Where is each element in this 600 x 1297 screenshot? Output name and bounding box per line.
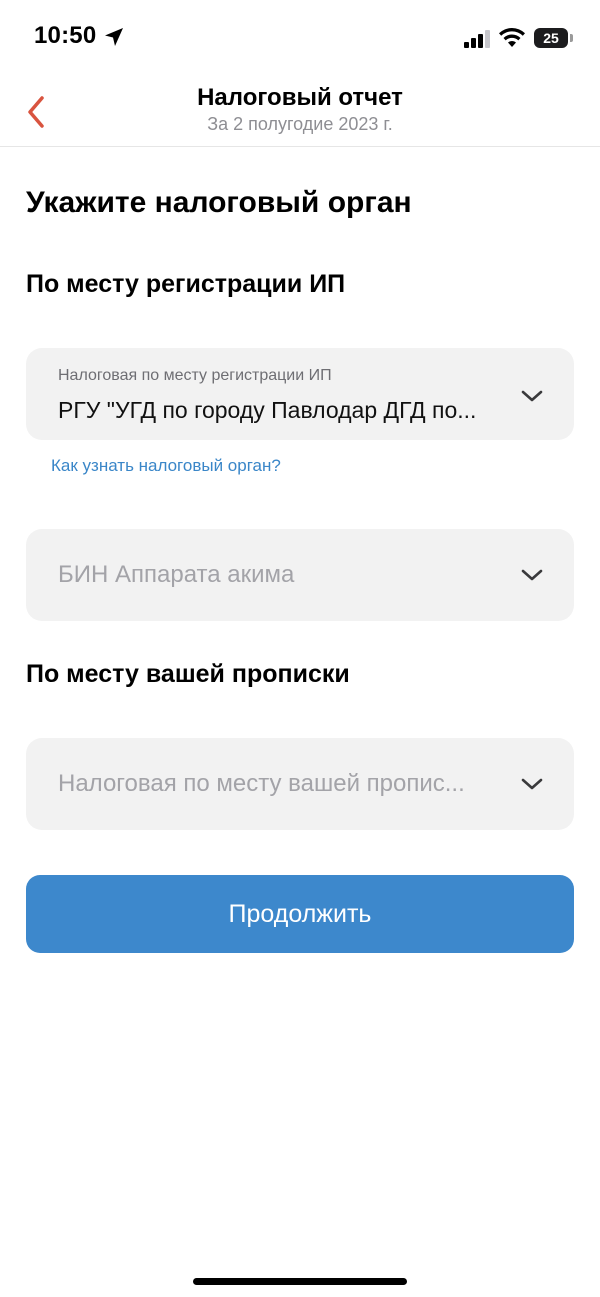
page-header-title: Налоговый отчет: [197, 84, 403, 111]
chevron-down-icon: [521, 569, 543, 581]
location-arrow-icon: [103, 26, 125, 48]
page-header-subtitle: За 2 полугодие 2023 г.: [207, 114, 393, 134]
registration-tax-office-select[interactable]: Налоговая по месту регистрации ИП РГУ "У…: [26, 348, 574, 440]
residence-tax-office-placeholder: Налоговая по месту вашей пропис...: [58, 770, 465, 797]
status-time: 10:50: [34, 22, 97, 49]
page-title: Укажите налоговый орган: [26, 186, 412, 219]
registration-tax-office-value: РГУ "УГД по городу Павлодар ДГД по...: [58, 397, 477, 423]
section-title-registration: По месту регистрации ИП: [26, 270, 346, 298]
section-title-residence: По месту вашей прописки: [26, 660, 350, 688]
cellular-signal-icon: [464, 30, 492, 48]
chevron-down-icon: [521, 778, 543, 790]
akimat-bin-placeholder: БИН Аппарата акима: [58, 561, 295, 588]
battery-indicator: 25: [534, 28, 568, 48]
residence-tax-office-select[interactable]: Налоговая по месту вашей пропис...: [26, 738, 574, 830]
akimat-bin-select[interactable]: БИН Аппарата акима: [26, 529, 574, 621]
navigation-header: Налоговый отчет За 2 полугодие 2023 г.: [0, 76, 600, 147]
home-indicator: [193, 1278, 407, 1285]
wifi-icon: [498, 27, 526, 49]
chevron-down-icon: [521, 390, 543, 402]
registration-tax-office-label: Налоговая по месту регистрации ИП: [58, 367, 332, 384]
status-bar: 10:50 25: [0, 0, 600, 76]
battery-cap: [570, 34, 573, 42]
help-link-find-tax-office[interactable]: Как узнать налоговый орган?: [51, 456, 281, 476]
continue-button[interactable]: Продолжить: [26, 875, 574, 953]
